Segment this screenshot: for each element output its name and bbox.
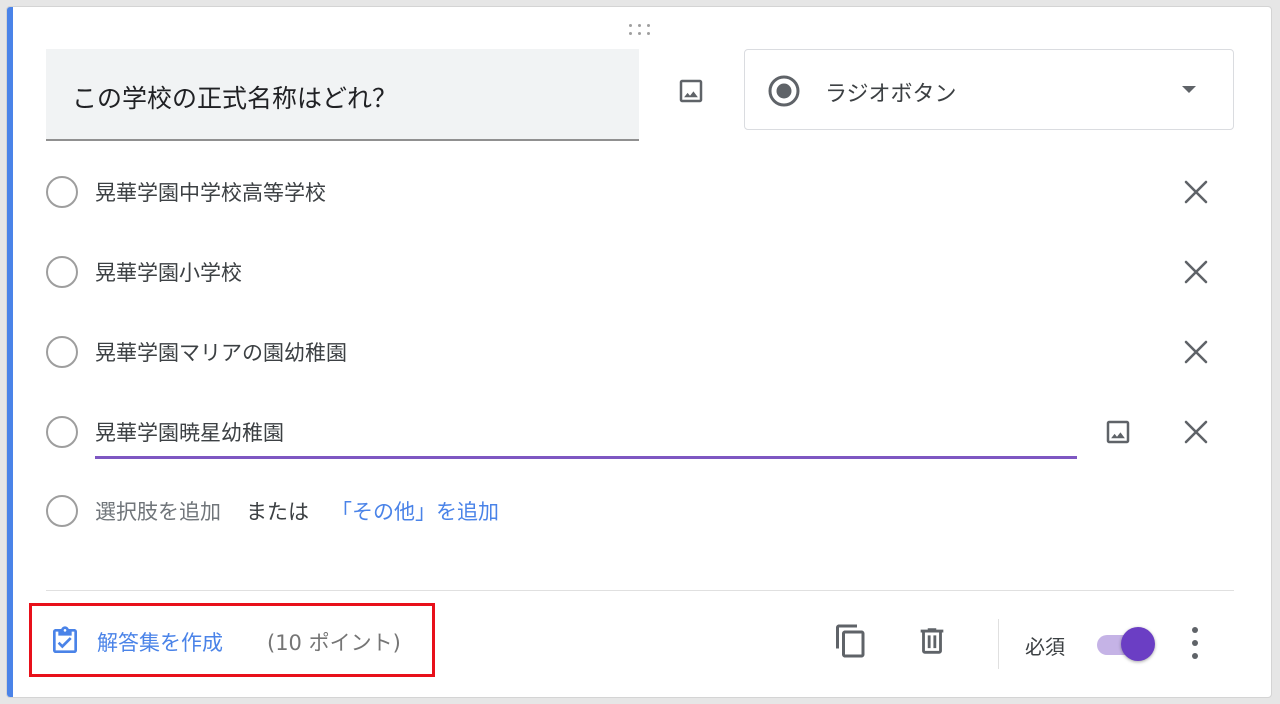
answer-key-label: 解答集を作成 [97,631,223,655]
question-card[interactable]: この学校の正式名称はどれ？ ラジオボタン 晃華学園中学校高等学校 晃華学園小学校… [6,6,1272,698]
option-label[interactable]: 晃華学園中学校高等学校 [95,177,326,207]
option-row: 晃華学園小学校 [46,248,1226,298]
add-option-row: 選択肢を追加 または 「その他」を追加 [46,487,1226,537]
close-icon [1184,260,1208,284]
option-row: 晃華学園マリアの園幼稚園 [46,328,1226,378]
footer-separator [998,619,999,669]
image-icon [676,76,706,106]
option-row: 晃華学園中学校高等学校 [46,168,1226,218]
required-toggle[interactable] [1095,627,1157,661]
card-accent-bar [7,7,13,697]
add-other-link[interactable]: 「その他」を追加 [331,496,499,526]
footer-divider [46,590,1234,591]
radio-circle-icon [46,256,78,288]
add-option-image-button[interactable] [1098,412,1138,452]
remove-option-button[interactable] [1176,332,1216,372]
more-options-icon[interactable] [1177,621,1213,665]
option-row-active: 晃華学園暁星幼稚園 [46,408,1226,459]
remove-option-button[interactable] [1176,252,1216,292]
trash-icon [920,628,944,654]
radio-circle-icon [46,336,78,368]
duplicate-button[interactable] [829,619,873,663]
option-label[interactable]: 晃華学園マリアの園幼稚園 [95,337,347,367]
radio-circle-icon [46,176,78,208]
question-type-label: ラジオボタン [825,82,957,107]
radio-circle-icon [46,416,78,448]
required-label: 必須 [1025,635,1065,659]
add-option-or-text: または [246,500,309,524]
close-icon [1184,180,1208,204]
radio-button-icon [768,75,800,107]
dropdown-arrow-icon [1182,86,1196,93]
add-image-button[interactable] [671,71,711,111]
question-title-field[interactable]: この学校の正式名称はどれ？ [46,49,639,141]
remove-option-button[interactable] [1176,172,1216,212]
close-icon [1184,420,1208,444]
drag-handle-icon[interactable] [627,22,657,38]
copy-icon [836,624,865,658]
add-option-button[interactable]: 選択肢を追加 [95,496,221,526]
close-icon [1184,340,1208,364]
option-label[interactable]: 晃華学園小学校 [95,257,242,287]
question-title-text: この学校の正式名称はどれ？ [72,84,398,113]
image-icon [1106,420,1130,444]
option-label-input[interactable]: 晃華学園暁星幼稚園 [95,417,284,447]
active-input-underline [95,456,1077,459]
question-type-dropdown[interactable]: ラジオボタン [744,49,1234,130]
remove-option-button[interactable] [1176,412,1216,452]
assignment-check-icon [53,626,77,653]
points-value: (10 ポイント) [267,631,401,655]
delete-button[interactable] [910,619,954,663]
toggle-thumb [1121,627,1155,661]
radio-circle-icon [46,495,78,527]
